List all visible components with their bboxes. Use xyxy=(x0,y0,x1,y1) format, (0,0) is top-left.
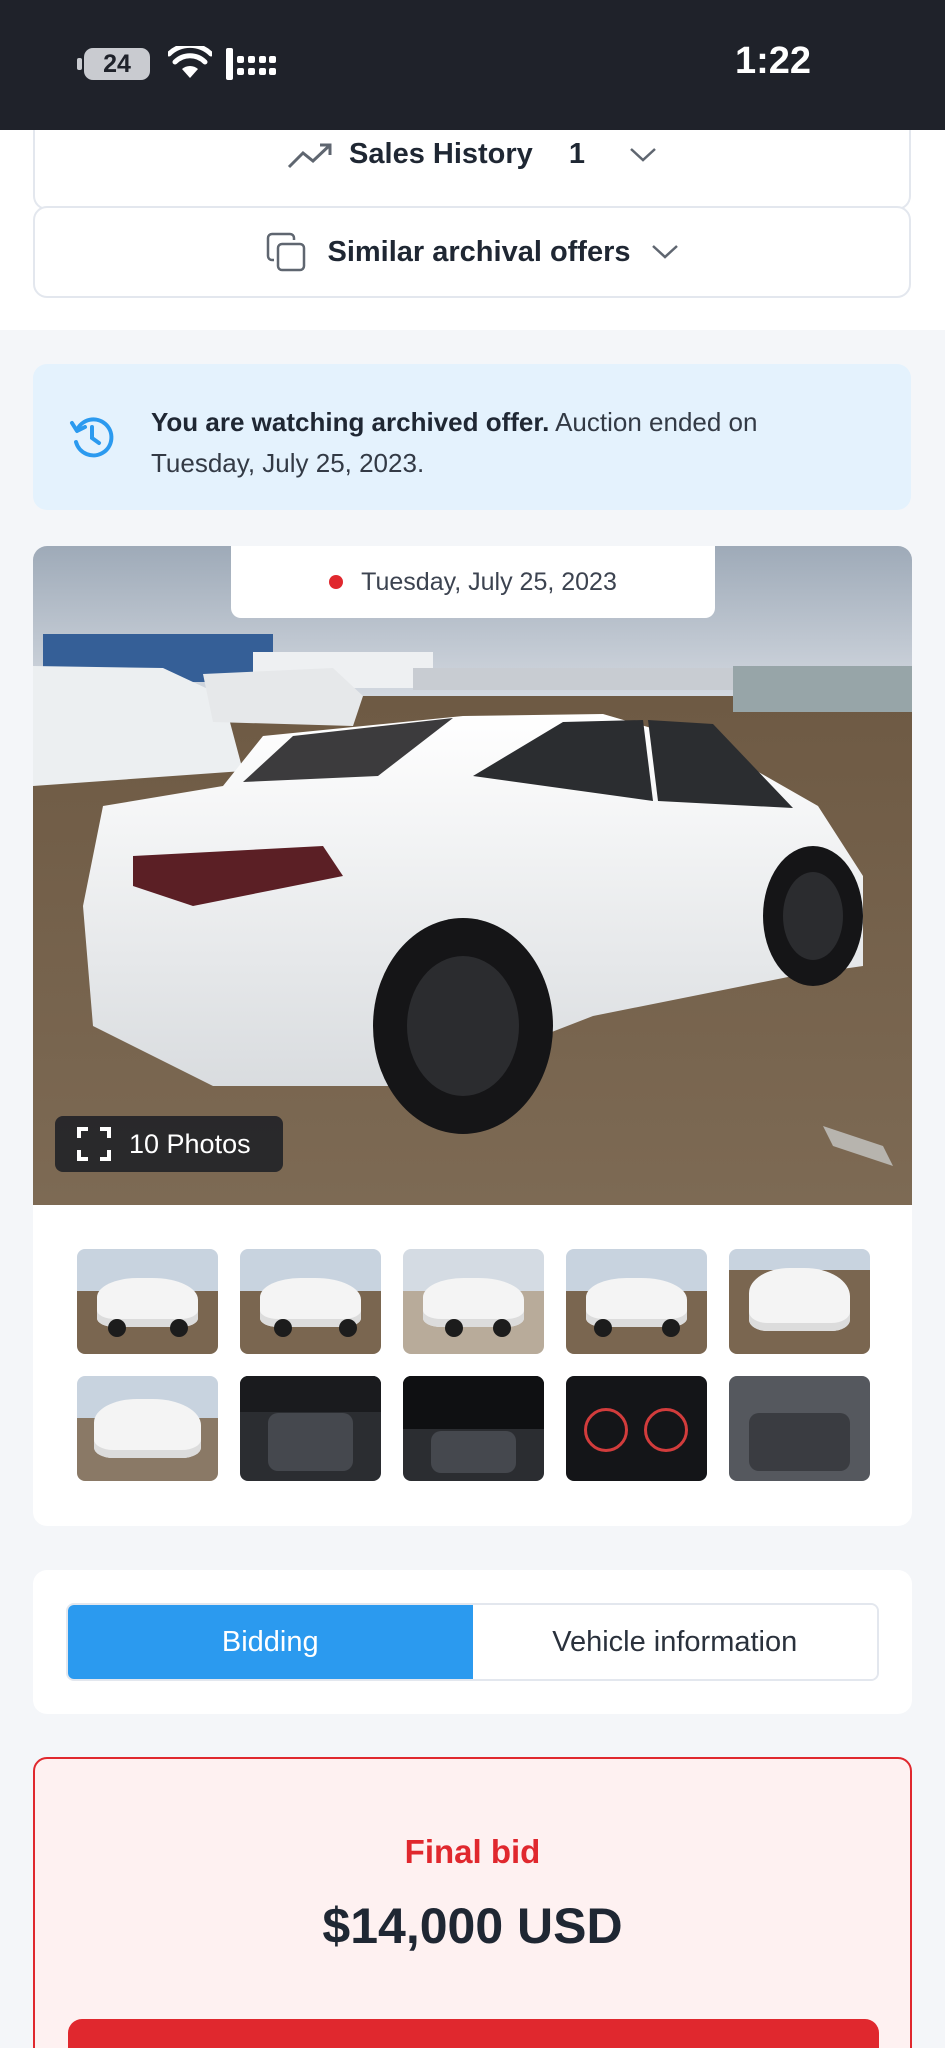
final-bid-action-button[interactable] xyxy=(68,2019,879,2048)
thumbnail-rear-three-quarter[interactable] xyxy=(403,1249,544,1354)
photos-count-label: 10 Photos xyxy=(129,1128,251,1159)
thumbnail-side-rear[interactable] xyxy=(240,1249,381,1354)
battery-indicator: 24 xyxy=(77,48,150,80)
photo-gallery: Tuesday, July 25, 2023 10 Photos xyxy=(33,546,912,1526)
sales-history-label: Sales History xyxy=(349,138,533,170)
final-bid-label: Final bid xyxy=(404,1833,541,1870)
signal-icon xyxy=(226,48,276,80)
main-vehicle-photo[interactable]: Tuesday, July 25, 2023 10 Photos xyxy=(33,546,912,1205)
thumbnail-front[interactable] xyxy=(729,1249,870,1354)
fullscreen-icon xyxy=(77,1127,111,1161)
tabs-card: Bidding Vehicle information xyxy=(33,1570,912,1714)
tab-bidding[interactable]: Bidding xyxy=(68,1605,473,1679)
history-icon xyxy=(70,417,114,458)
archived-offer-bold: You are watching archived offer. xyxy=(151,407,550,437)
collapsible-sections: Sales History 1 Similar archival offers xyxy=(0,130,945,330)
sales-history-toggle[interactable]: Sales History 1 xyxy=(33,130,911,210)
chevron-down-icon xyxy=(651,245,678,259)
thumbnail-front-damage[interactable] xyxy=(77,1249,218,1354)
auction-date: Tuesday, July 25, 2023 xyxy=(361,567,617,596)
similar-offers-label: Similar archival offers xyxy=(327,235,631,268)
final-bid-card: Final bid $14,000 USD xyxy=(33,1757,912,2048)
archived-offer-notice: You are watching archived offer. Auction… xyxy=(33,364,911,510)
thumbnail-interior-front[interactable] xyxy=(240,1376,381,1481)
thumbnail-dashboard[interactable] xyxy=(403,1376,544,1481)
sales-history-count: 1 xyxy=(568,138,585,170)
wifi-icon xyxy=(168,46,212,78)
status-dot xyxy=(329,575,344,589)
trend-chart-icon xyxy=(287,143,332,168)
tab-vehicle-information[interactable]: Vehicle information xyxy=(472,1605,877,1679)
clock: 1:22 xyxy=(734,40,811,82)
thumbnail-rear[interactable] xyxy=(77,1376,218,1481)
vehicle-photo-image xyxy=(33,546,912,1205)
thumbnail-gauges[interactable] xyxy=(566,1376,707,1481)
archived-offer-message: You are watching archived offer. Auction… xyxy=(151,402,811,484)
copy-icon xyxy=(267,232,306,272)
similar-offers-toggle[interactable]: Similar archival offers xyxy=(33,206,911,298)
tab-bar: Bidding Vehicle information xyxy=(66,1603,879,1681)
thumbnail-grid xyxy=(77,1249,870,1481)
chevron-down-icon xyxy=(630,147,656,162)
thumbnail-front-side[interactable] xyxy=(566,1249,707,1354)
final-bid-amount: $14,000 USD xyxy=(322,1898,623,1954)
view-photos-button[interactable]: 10 Photos xyxy=(55,1116,283,1172)
status-bar: 24 1:22 xyxy=(0,0,945,130)
thumbnail-rear-seats[interactable] xyxy=(729,1376,870,1481)
auction-date-pill: Tuesday, July 25, 2023 xyxy=(231,546,715,618)
